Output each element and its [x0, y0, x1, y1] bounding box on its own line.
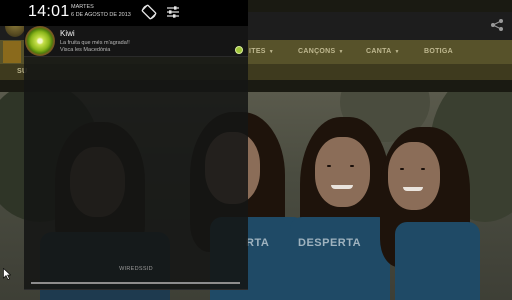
status-bar: 14:01 MARTES 6 DE AGOSTO DE 2013 — [0, 0, 248, 26]
nav-item-cancons[interactable]: CANÇONS ▼ — [298, 40, 344, 64]
person-shirt: DESPERTA — [290, 217, 390, 300]
weekday-label: MARTES — [71, 4, 94, 10]
notification-subtext: Visca les Macedònia — [60, 47, 111, 53]
eye — [400, 168, 404, 170]
nav-item-canta[interactable]: CANTA ▼ — [366, 40, 400, 64]
shade-bottom-edge — [24, 289, 248, 290]
person-shirt — [395, 222, 480, 300]
eye — [327, 165, 331, 167]
nav-item-ites[interactable]: ITES ▼ — [249, 40, 274, 64]
eye — [421, 168, 425, 170]
shade-drag-handle[interactable] — [31, 282, 240, 284]
network-name: WIREDSSID — [119, 266, 153, 272]
share-icon[interactable] — [490, 18, 504, 32]
notification-title: Kiwi — [60, 29, 75, 38]
person-face — [388, 142, 440, 210]
shirt-print: DESPERTA — [298, 237, 362, 249]
notification-item[interactable] — [24, 26, 248, 57]
notification-text: La fruita que més m'agrada!! — [60, 40, 130, 46]
rotate-icon[interactable] — [141, 4, 157, 20]
settings-icon[interactable] — [166, 5, 180, 19]
chevron-down-icon: ▼ — [268, 49, 275, 55]
notification-status-icon — [235, 46, 243, 54]
eye — [350, 165, 354, 167]
clock-time: 14:01 — [28, 3, 70, 20]
kiwi-icon — [25, 26, 55, 56]
nav-item-botiga[interactable]: BOTIGA — [424, 40, 453, 64]
shirt-print: RTA — [246, 237, 270, 249]
smile — [331, 185, 353, 189]
mouse-cursor-icon — [3, 268, 11, 280]
chevron-down-icon: ▼ — [338, 49, 344, 55]
smile — [403, 187, 423, 191]
person-face — [315, 137, 370, 207]
notification-shade[interactable] — [24, 26, 248, 290]
date-label[interactable]: 6 DE AGOSTO DE 2013 — [71, 12, 131, 18]
chevron-down-icon: ▼ — [394, 49, 400, 55]
